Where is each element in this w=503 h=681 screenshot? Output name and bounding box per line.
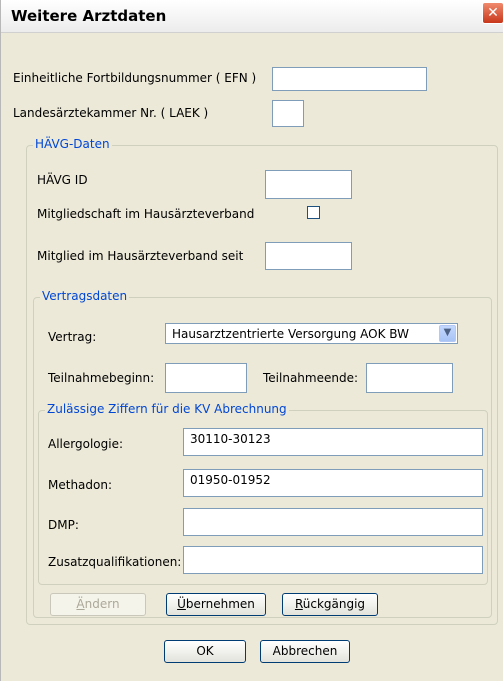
laek-input[interactable] [272,100,304,127]
ziffern-row-label: Methadon: [48,478,113,492]
membership-label: Mitgliedschaft im Hausärzteverband [37,207,255,221]
efn-input[interactable] [272,67,427,91]
dmp-input[interactable] [183,508,483,536]
close-icon: ✕ [487,5,499,21]
efn-label: Einheitliche Fortbildungsnummer ( EFN ) [13,71,257,85]
member-since-label: Mitglied im Hausärzteverband seit [37,249,244,263]
abbrechen-button[interactable]: Abbrechen [260,640,350,663]
allergologie-input[interactable]: 30110-30123 [183,428,483,456]
teilnahmebeginn-input[interactable] [165,363,247,393]
aendern-button[interactable]: Ändern [50,593,146,616]
member-since-input[interactable] [265,242,352,270]
zusatzqualifikationen-input[interactable] [183,546,483,574]
title-bar: Weitere Arztdaten ✕ [1,0,503,33]
dialog-window: Weitere Arztdaten ✕ Einheitliche Fortbil… [0,0,503,681]
haevg-id-input[interactable] [265,170,352,199]
teilnahmeende-input[interactable] [366,363,453,393]
ziffern-row-label: Allergologie: [48,437,123,451]
ziffern-row-label: Zusatzqualifikationen: [48,555,182,569]
uebernehmen-button[interactable]: Übernehmen [166,593,266,616]
teilnahmebeginn-label: Teilnahmebeginn: [48,371,155,385]
vertrag-selected-value: Hausarztzentrierte Versorgung AOK BW [172,327,409,341]
chevron-down-icon[interactable]: ▼ [439,325,456,342]
vertrag-legend: Vertragsdaten [40,289,130,303]
close-button[interactable]: ✕ [482,2,503,24]
ok-button[interactable]: OK [164,640,246,663]
teilnahmeende-label: Teilnahmeende: [263,371,359,385]
ziffern-legend: Zulässige Ziffern für die KV Abrechnung [45,402,289,416]
membership-checkbox[interactable] [307,206,320,219]
methadon-input[interactable]: 01950-01952 [183,469,483,497]
dialog-title: Weitere Arztdaten [11,7,167,25]
haevg-legend: HÄVG-Daten [33,137,112,151]
vertrag-select[interactable]: Hausarztzentrierte Versorgung AOK BW ▼ [165,323,458,344]
rueckgaengig-button[interactable]: Rückgängig [282,593,378,616]
haevg-id-label: HÄVG ID [37,173,88,187]
vertrag-label: Vertrag: [48,330,97,344]
laek-label: Landesärztekammer Nr. ( LAEK ) [13,106,209,120]
ziffern-row-label: DMP: [48,518,79,532]
